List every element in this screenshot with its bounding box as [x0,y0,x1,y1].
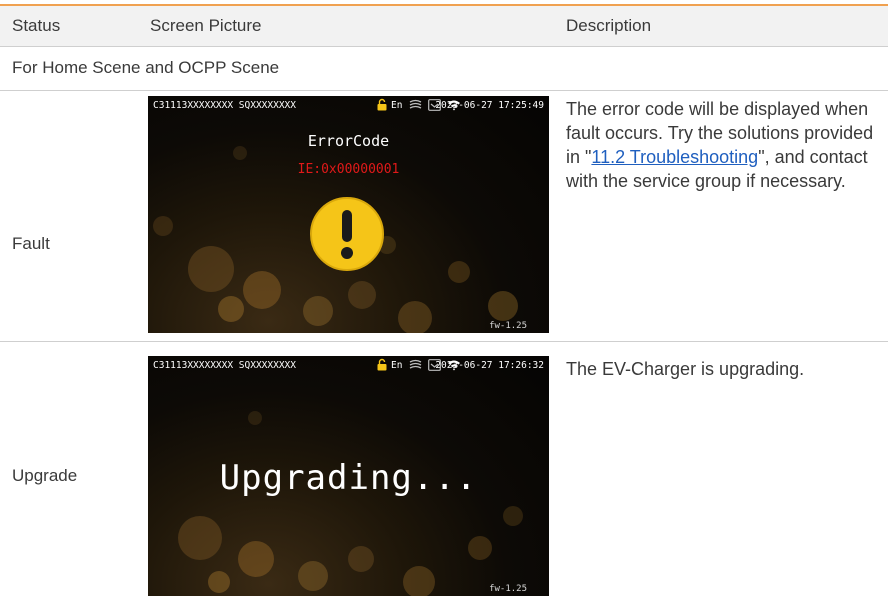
header-status: Status [12,16,61,35]
upgrading-message: Upgrading... [219,458,478,498]
datetime: 2023-06-27 17:25:49 [435,100,544,111]
language-label: En [391,100,403,111]
ethernet-icon [409,359,422,369]
lock-icon [377,358,387,371]
scene-label: For Home Scene and OCPP Scene [12,58,280,77]
firmware-version: fw-1.25 [489,584,527,594]
fault-screen-picture: C31113XXXXXXXX SQXXXXXXXX En 2023-06-27 … [148,96,549,333]
divider [0,341,888,342]
firmware-version: fw-1.25 [489,321,527,331]
troubleshooting-link[interactable]: 11.2 Troubleshooting [591,147,758,167]
header-screen-picture: Screen Picture [150,16,262,35]
ethernet-icon [409,99,422,109]
device-ids: C31113XXXXXXXX SQXXXXXXXX [153,100,296,111]
device-ids: C31113XXXXXXXX SQXXXXXXXX [153,360,296,371]
lock-icon [377,98,387,111]
scene-row: For Home Scene and OCPP Scene [0,46,888,90]
status-fault: Fault [12,234,50,253]
header-description: Description [566,16,652,35]
divider [0,90,888,91]
error-code: IE:0x00000001 [297,162,400,177]
language-label: En [391,360,403,371]
table-header: Status Screen Picture Description [0,6,888,46]
status-bar: C31113XXXXXXXX SQXXXXXXXX En 2023-06-27 … [148,96,549,114]
fault-description: The error code will be displayed when fa… [566,97,884,193]
datetime: 2023-06-27 17:26:32 [435,360,544,371]
upgrade-screen-picture: C31113XXXXXXXX SQXXXXXXXX En 2023-06-27 … [148,356,549,596]
upgrade-description: The EV-Charger is upgrading. [566,359,805,379]
error-title: ErrorCode [307,132,390,150]
status-upgrade: Upgrade [12,466,78,485]
warning-icon [310,197,384,271]
status-bar: C31113XXXXXXXX SQXXXXXXXX En 2023-06-27 … [148,356,549,374]
